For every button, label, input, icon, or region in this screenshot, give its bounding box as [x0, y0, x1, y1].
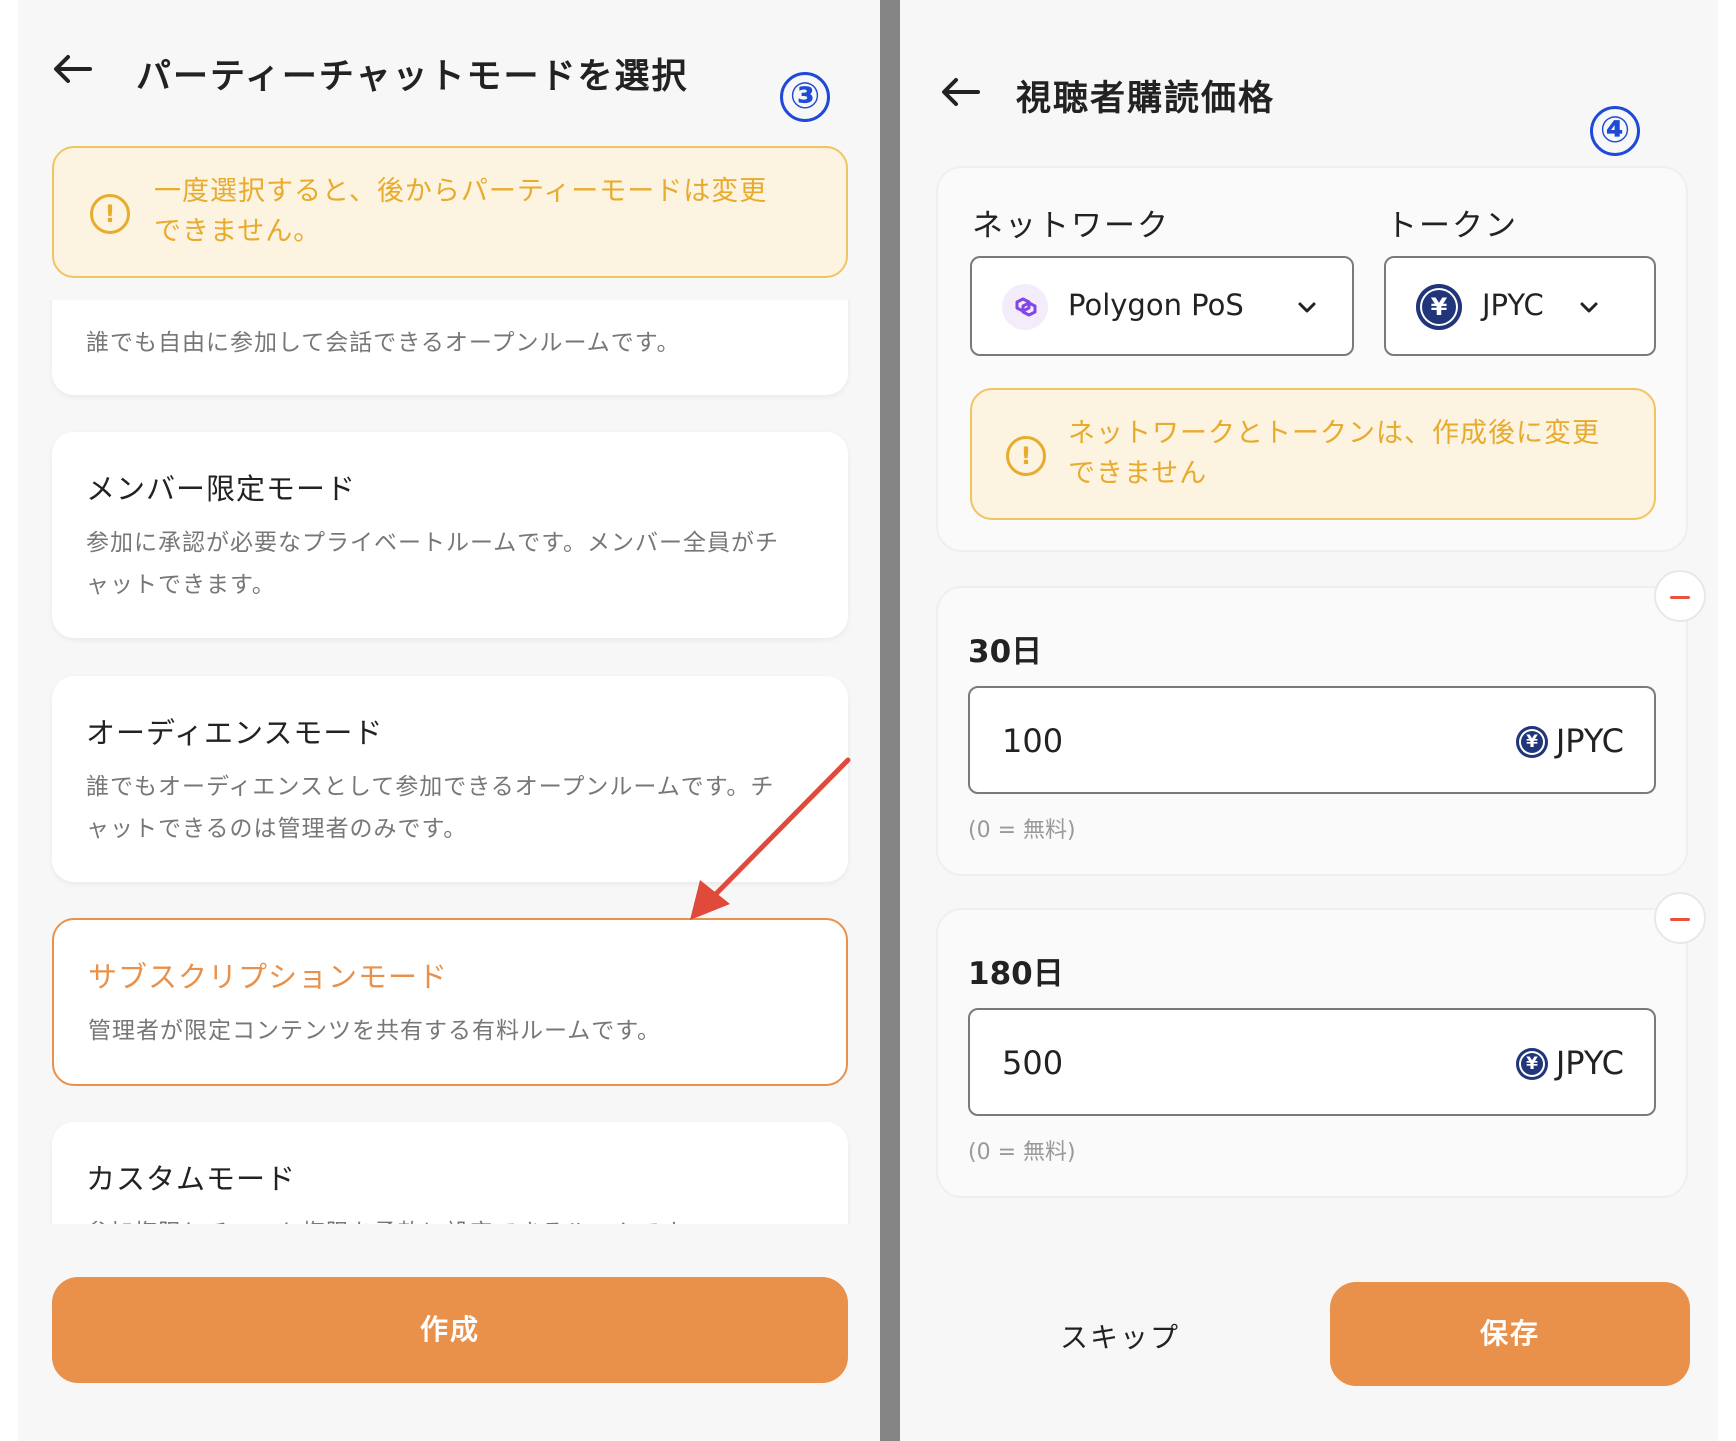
warning-text: 一度選択すると、後からパーティーモードは変更 できません。	[154, 176, 768, 247]
plan-card-30-days: 30日 100 ¥ JPYC (0 = 無料)	[936, 586, 1688, 876]
chevron-down-icon	[1296, 296, 1318, 318]
warning-text: ネットワークとトークンは、作成後に変更 できません	[1068, 418, 1600, 489]
mode-card-custom[interactable]: カスタムモード 参加権限とチャット権限を柔軟に設定できるルームです。	[52, 1122, 848, 1224]
back-arrow-icon[interactable]	[52, 54, 92, 84]
back-arrow-icon[interactable]	[940, 77, 980, 107]
network-select[interactable]: Polygon PoS	[970, 256, 1354, 356]
mode-card-open[interactable]: 誰でも自由に参加して会話できるオープンルームです。	[52, 300, 848, 395]
price-input[interactable]: 500 ¥ JPYC	[968, 1008, 1656, 1116]
polygon-icon	[1002, 284, 1048, 330]
page-title: 視聴者購読価格	[1016, 79, 1276, 119]
plan-duration: 180日	[968, 956, 1064, 992]
header: パーティーチャットモードを選択 ③	[18, 0, 880, 122]
page-title: パーティーチャットモードを選択	[136, 57, 689, 97]
annotation-arrow	[678, 752, 878, 932]
yen-coin-icon: ¥	[1516, 726, 1548, 758]
step-badge: ④	[1590, 106, 1640, 156]
token-select[interactable]: ¥ JPYC	[1384, 256, 1656, 356]
plan-duration: 30日	[968, 634, 1043, 670]
mode-title: カスタムモード	[86, 1162, 297, 1196]
network-label: ネットワーク	[972, 208, 1170, 244]
create-button[interactable]: 作成	[52, 1277, 848, 1383]
network-value: Polygon PoS	[1068, 288, 1244, 322]
mode-title: サブスクリプションモード	[88, 960, 449, 994]
remove-plan-button[interactable]	[1654, 892, 1706, 944]
price-value: 500	[1002, 1044, 1064, 1082]
header: 視聴者購読価格 ④	[900, 0, 1718, 156]
chevron-down-icon	[1578, 296, 1600, 318]
token-value: JPYC	[1482, 288, 1544, 322]
save-button[interactable]: 保存	[1330, 1282, 1690, 1386]
skip-button[interactable]: スキップ	[1060, 1316, 1180, 1356]
mode-description: 管理者が限定コンテンツを共有する有料ルームです。	[88, 1018, 662, 1044]
subscription-price-screen: 視聴者購読価格 ④ ネットワーク トークン Polygon PoS ¥ JPYC	[900, 0, 1718, 1441]
price-value: 100	[1002, 722, 1064, 760]
mode-description: 誰でも自由に参加して会話できるオープンルームです。	[86, 330, 681, 356]
network-token-card: ネットワーク トークン Polygon PoS ¥ JPYC ! ネットワークと…	[936, 166, 1688, 552]
mode-description: 参加に承認が必要なプライベートルームです。メンバー全員がチ ャットできます。	[86, 530, 780, 598]
panel-divider	[880, 0, 900, 1441]
warning-banner: ! ネットワークとトークンは、作成後に変更 できません	[970, 388, 1656, 520]
yen-coin-icon: ¥	[1416, 284, 1462, 330]
mode-title: オーディエンスモード	[86, 716, 384, 750]
step-badge: ③	[780, 72, 830, 122]
mode-title: メンバー限定モード	[86, 472, 357, 506]
yen-coin-icon: ¥	[1516, 1048, 1548, 1080]
price-hint: (0 = 無料)	[968, 1140, 1076, 1165]
mode-card-members-only[interactable]: メンバー限定モード 参加に承認が必要なプライベートルームです。メンバー全員がチ …	[52, 432, 848, 638]
mode-description: 参加権限とチャット権限を柔軟に設定できるルームです。	[86, 1212, 814, 1224]
party-mode-screen: パーティーチャットモードを選択 ③ ! 一度選択すると、後からパーティーモードは…	[18, 0, 880, 1441]
price-hint: (0 = 無料)	[968, 818, 1076, 843]
price-input[interactable]: 100 ¥ JPYC	[968, 686, 1656, 794]
token-label: トークン	[1386, 208, 1518, 244]
warning-banner: ! 一度選択すると、後からパーティーモードは変更 できません。	[52, 146, 848, 278]
remove-plan-button[interactable]	[1654, 570, 1706, 622]
price-unit: JPYC	[1555, 1044, 1624, 1082]
plan-card-180-days: 180日 500 ¥ JPYC (0 = 無料)	[936, 908, 1688, 1198]
exclamation-circle-icon: !	[1006, 436, 1046, 476]
exclamation-circle-icon: !	[90, 194, 130, 234]
price-unit: JPYC	[1555, 722, 1624, 760]
mode-card-subscription[interactable]: サブスクリプションモード 管理者が限定コンテンツを共有する有料ルームです。	[52, 918, 848, 1086]
